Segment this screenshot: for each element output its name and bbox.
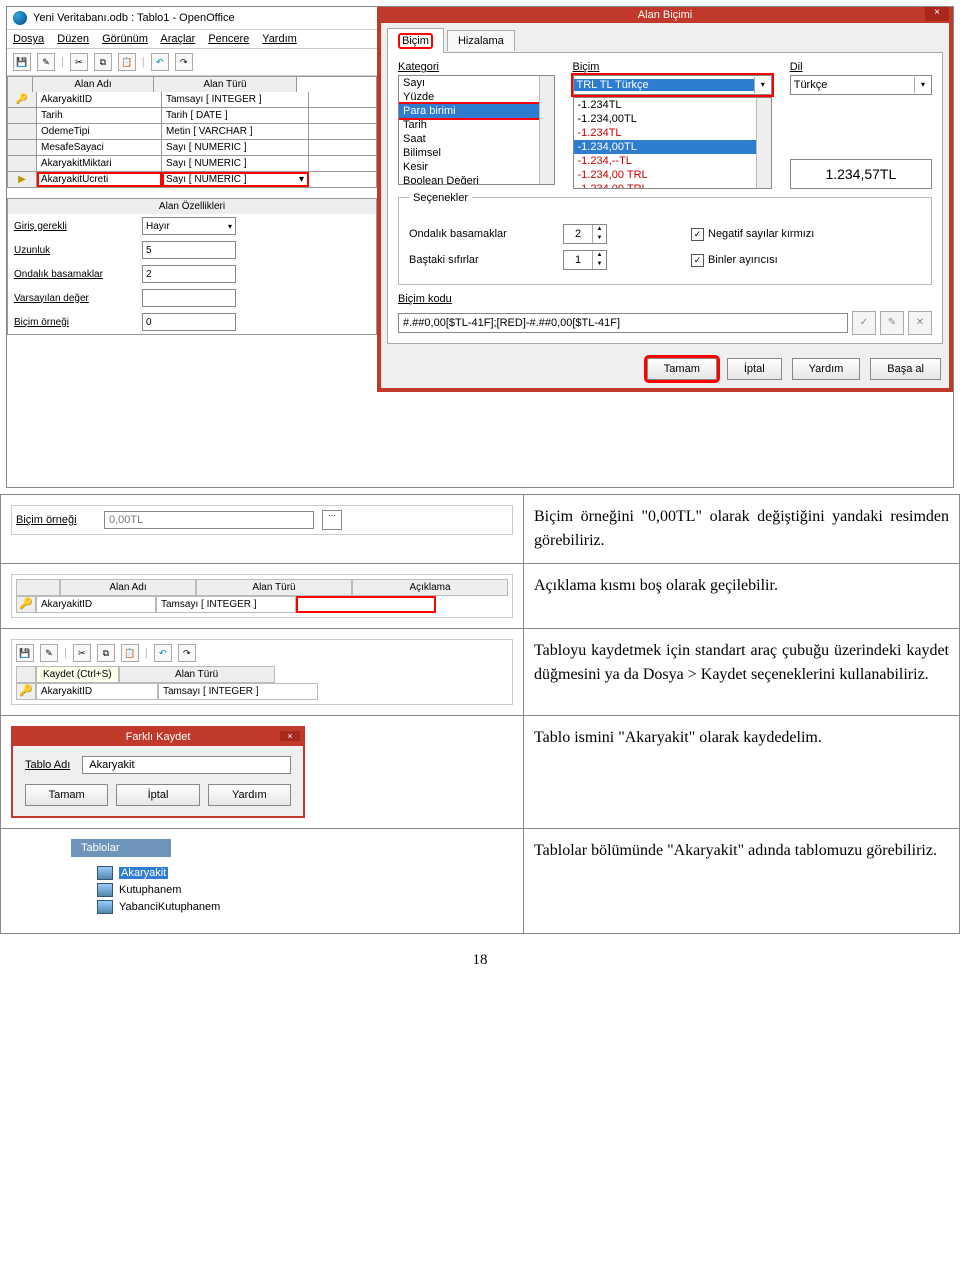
bicim-combo[interactable]: TRL TL Türkçe▾	[573, 75, 772, 95]
format-preview: 1.234,57TL	[790, 159, 932, 189]
page-number: 18	[0, 952, 960, 969]
ondalik-stepper[interactable]: 2▲▼	[563, 224, 607, 244]
binler-checkbox[interactable]: ✓	[691, 254, 704, 267]
field-properties: Alan Özellikleri Giriş gerekliHayır▾Uzun…	[7, 198, 377, 335]
copy-icon[interactable]: ⧉	[97, 644, 115, 662]
bastaki-label: Baştaki sıfırlar	[409, 254, 539, 266]
explanation-text: Açıklama kısmı boş olarak geçilebilir.	[524, 564, 960, 629]
bicim-kodu-input[interactable]	[398, 313, 848, 333]
undo-icon[interactable]: ↶	[151, 53, 169, 71]
explanation-text: Tablo ismini "Akaryakit" olarak kaydedel…	[524, 716, 960, 829]
close-icon[interactable]: ×	[280, 731, 300, 741]
chevron-down-icon[interactable]: ▾	[914, 77, 931, 93]
tab-hizalama[interactable]: Hizalama	[447, 30, 515, 51]
edit-icon[interactable]: ✎	[40, 644, 58, 662]
undo-icon[interactable]: ↶	[154, 644, 172, 662]
negatif-checkbox[interactable]: ✓	[691, 228, 704, 241]
basaal-button[interactable]: Başa al	[870, 358, 941, 380]
table-item[interactable]: Akaryakit	[97, 866, 513, 880]
field-row[interactable]: MesafeSayaciSayı [ NUMERIC ]	[7, 140, 377, 156]
table-icon	[97, 866, 113, 880]
key-icon: 🔑	[16, 683, 36, 700]
paste-icon[interactable]: 📋	[121, 644, 139, 662]
cut-icon[interactable]: ✂	[70, 53, 88, 71]
yardim-button[interactable]: Yardım	[792, 358, 861, 380]
bicim-listbox[interactable]: -1.234TL-1.234,00TL-1.234TL-1.234,00TL-1…	[573, 97, 772, 189]
window-title: Yeni Veritabanı.odb : Tablo1 - OpenOffic…	[33, 12, 235, 24]
field-grid-header: Alan Adı Alan Türü	[7, 76, 377, 92]
explanation-table: Biçim örneği 0,00TL ⋯ Biçim örneğini "0,…	[0, 494, 960, 934]
iptal-button[interactable]: İptal	[116, 784, 199, 806]
explanation-text: Biçim örneğini "0,00TL" olarak değiştiği…	[524, 495, 960, 564]
explanation-text: Tablolar bölümünde "Akaryakit" adında ta…	[524, 829, 960, 934]
table-item[interactable]: Kutuphanem	[97, 883, 513, 897]
tab-bicim[interactable]: Biçim	[387, 28, 444, 53]
redo-icon[interactable]: ↷	[178, 644, 196, 662]
menubar[interactable]: Dosya Düzen Görünüm Araçlar Pencere Yard…	[7, 30, 377, 49]
secenekler-legend: Seçenekler	[409, 192, 472, 204]
kategori-listbox[interactable]: SayıYüzdePara birimiTarihSaatBilimselKes…	[398, 75, 555, 185]
bicim-ornegi-label: Biçim örneği	[16, 514, 96, 526]
dialog-title: Alan Biçimi ×	[377, 7, 953, 23]
table-icon	[97, 883, 113, 897]
field-row[interactable]: ▶AkaryakitUcretiSayı [ NUMERIC ] ▾	[7, 172, 377, 188]
bicim-kodu-label: Biçim kodu	[398, 293, 932, 305]
chevron-down-icon[interactable]: ▾	[754, 77, 771, 93]
tablo-adi-label: Tablo Adı	[25, 759, 70, 771]
tamam-button[interactable]: Tamam	[647, 358, 717, 380]
base-window: Yeni Veritabanı.odb : Tablo1 - OpenOffic…	[7, 7, 377, 335]
ondalik-label: Ondalık basamaklar	[409, 228, 539, 240]
paste-icon[interactable]: 📋	[118, 53, 136, 71]
copy-icon[interactable]: ⧉	[94, 53, 112, 71]
save-icon[interactable]: 💾	[13, 53, 31, 71]
apply-code-icon[interactable]: ✓	[852, 311, 876, 335]
tablolar-header: Tablolar	[71, 839, 171, 857]
redo-icon[interactable]: ↷	[175, 53, 193, 71]
tablo-adi-input[interactable]: Akaryakit	[82, 756, 291, 774]
cut-icon[interactable]: ✂	[73, 644, 91, 662]
save-icon[interactable]: 💾	[16, 644, 34, 662]
dil-combo[interactable]: Türkçe▾	[790, 75, 932, 95]
table-item[interactable]: YabanciKutuphanem	[97, 900, 513, 914]
bastaki-stepper[interactable]: 1▲▼	[563, 250, 607, 270]
aciklama-cell[interactable]	[296, 596, 436, 613]
edit-icon[interactable]: ✎	[37, 53, 55, 71]
bicim-label: Biçim	[573, 61, 772, 73]
iptal-button[interactable]: İptal	[727, 358, 782, 380]
explanation-text: Tabloyu kaydetmek için standart araç çub…	[524, 629, 960, 716]
tamam-button[interactable]: Tamam	[25, 784, 108, 806]
kategori-label: Kategori	[398, 61, 555, 73]
bicim-ornegi-value: 0,00TL	[104, 511, 314, 529]
dil-label: Dil	[790, 61, 932, 73]
save-as-dialog: Farklı Kaydet× Tablo Adı Akaryakit Tamam…	[11, 726, 305, 818]
close-icon[interactable]: ×	[925, 7, 949, 21]
edit-code-icon[interactable]: ✎	[880, 311, 904, 335]
table-icon	[97, 900, 113, 914]
field-row[interactable]: AkaryakitMiktariSayı [ NUMERIC ]	[7, 156, 377, 172]
ellipsis-icon[interactable]: ⋯	[322, 510, 342, 530]
tooltip: Kaydet (Ctrl+S)	[36, 666, 119, 683]
yardim-button[interactable]: Yardım	[208, 784, 291, 806]
key-icon: 🔑	[16, 596, 36, 613]
field-row[interactable]: TarihTarih [ DATE ]	[7, 108, 377, 124]
toolbar: 💾 ✎ | ✂ ⧉ 📋 | ↶ ↷	[7, 49, 377, 76]
field-row[interactable]: OdemeTipiMetin [ VARCHAR ]	[7, 124, 377, 140]
openoffice-icon	[13, 11, 27, 25]
delete-code-icon[interactable]: ✕	[908, 311, 932, 335]
field-row[interactable]: 🔑AkaryakitIDTamsayı [ INTEGER ]	[7, 92, 377, 108]
